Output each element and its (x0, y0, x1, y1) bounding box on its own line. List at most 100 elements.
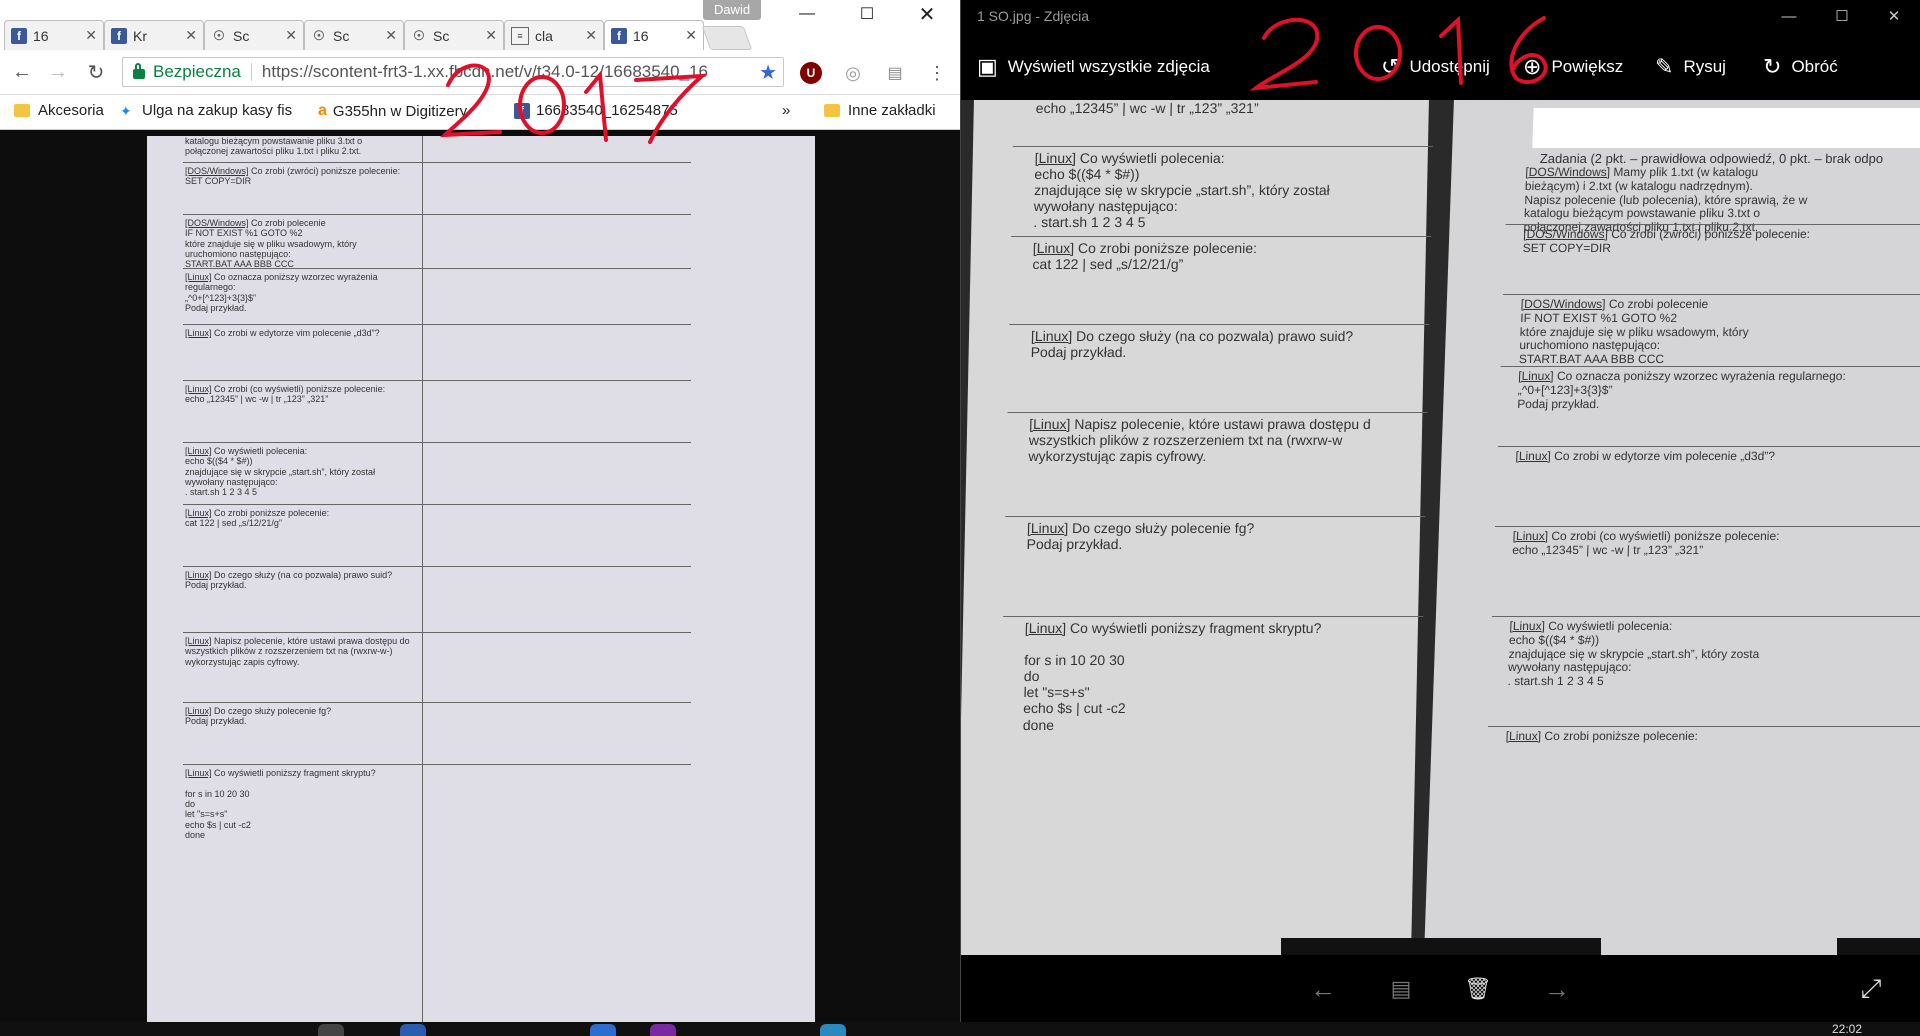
table-rule (1009, 324, 1430, 325)
table-rule (183, 324, 691, 325)
tab-1[interactable]: f 16 ✕ (4, 20, 104, 50)
photos-close-button[interactable]: ✕ (1871, 0, 1917, 32)
close-tab-icon[interactable]: ✕ (485, 27, 497, 44)
address-bar[interactable]: Bezpieczna https://scontent-frt3-1.xx.fb… (122, 57, 784, 87)
tab-4[interactable]: ☉ Sc ✕ (304, 20, 404, 50)
taskbar-app-icon[interactable] (820, 1024, 846, 1036)
table-rule (183, 380, 691, 381)
delete-trash-icon[interactable]: 🗑 (1458, 971, 1498, 1007)
question-tag: [Linux] (1030, 328, 1073, 344)
table-rule (183, 702, 691, 703)
exam-question: [Linux] Napisz polecenie, które ustawi p… (185, 636, 417, 667)
question-tag: [Linux] (1026, 520, 1069, 536)
draw-button[interactable]: ✎ Rysuj (1655, 54, 1726, 80)
zoom-button[interactable]: ⊕ Powiększ (1523, 54, 1623, 80)
table-rule (183, 162, 691, 163)
back-arrow-icon[interactable]: ← (8, 58, 36, 86)
question-tag: [Linux] (185, 384, 212, 394)
exam-question: [Linux] Co wyświetli polecenia: echo $((… (185, 446, 417, 498)
cast-extension-icon[interactable]: ▤ (884, 62, 906, 84)
question-tag: [Linux] (185, 636, 212, 646)
taskbar-app-icon[interactable] (400, 1024, 426, 1036)
bookmark-akcesoria[interactable]: Akcesoria (14, 102, 104, 119)
tab-2[interactable]: f Kr ✕ (104, 20, 204, 50)
table-rule (183, 764, 691, 765)
tab-title: Sc (333, 27, 350, 44)
table-divider (422, 136, 423, 1022)
crosshair-extension-icon[interactable]: ◎ (842, 62, 864, 84)
question-tag: [Linux] (185, 508, 212, 518)
taskbar-app-icon[interactable] (650, 1024, 676, 1036)
taskbar-clock[interactable]: 22:02 (1832, 1022, 1862, 1036)
tab-7[interactable]: f 16 ✕ (604, 20, 704, 50)
table-rule (1495, 526, 1920, 527)
fullscreen-icon[interactable]: ⤢ (1851, 971, 1891, 1007)
share-button[interactable]: ↺ Udostępnij (1381, 54, 1490, 80)
question-tag: [Linux] (1515, 449, 1552, 463)
question-tag: [Linux] (185, 768, 212, 778)
slideshow-icon[interactable]: ▤ (1381, 971, 1421, 1007)
question-tag: [DOS/Windows] (1520, 297, 1606, 311)
profile-badge[interactable]: Dawid (703, 0, 761, 20)
tab-title: Sc (433, 27, 450, 44)
question-tag: [Linux] (185, 272, 212, 282)
rotate-button[interactable]: ↻ Obróć (1763, 54, 1838, 80)
rotate-icon: ↻ (1763, 54, 1782, 79)
bookmark-other[interactable]: Inne zakładki (824, 102, 936, 119)
facebook-icon: f (111, 27, 127, 44)
question-text: Co oznacza poniższy wzorzec wyrażenia re… (1517, 369, 1847, 411)
photos-command-bar: ▣ Wyświetl wszystkie zdjęcia ↺ Udostępnij … (961, 32, 1920, 100)
photos-bottom-bar: ← ▤ 🗑 → ⤢ (961, 955, 1920, 1022)
maximize-button[interactable]: ☐ (844, 0, 890, 28)
next-arrow-icon[interactable]: → (1537, 971, 1577, 1007)
question-text: echo „12345” | wc -w | tr „123” „321” (1035, 100, 1259, 116)
taskbar-chrome-icon[interactable] (318, 1024, 344, 1036)
close-tab-icon[interactable]: ✕ (385, 27, 397, 44)
photos-minimize-button[interactable]: — (1766, 0, 1812, 32)
question-tag: [Linux] (185, 570, 212, 580)
close-tab-icon[interactable]: ✕ (685, 27, 697, 44)
table-rule (1007, 412, 1428, 413)
bookmark-g355hn[interactable]: a G355hn w Digitizery (318, 102, 467, 120)
tab-6[interactable]: ≡ cla ✕ (504, 20, 604, 50)
table-rule (1503, 294, 1920, 295)
exam-question: [Linux] Co wyświetli polecenia: echo $((… (1033, 150, 1435, 230)
forward-arrow-icon[interactable]: → (44, 58, 72, 86)
taskbar-app-icon[interactable] (590, 1024, 616, 1036)
close-tab-icon[interactable]: ✕ (185, 27, 197, 44)
exam-question: [Linux] Co zrobi (co wyświetli) poniższe… (185, 384, 417, 405)
bookmark-star-icon[interactable]: ★ (759, 60, 777, 85)
mask-icon: ☉ (313, 27, 325, 43)
close-window-button[interactable]: ✕ (904, 0, 950, 28)
close-tab-icon[interactable]: ✕ (285, 27, 297, 44)
browser-toolbar: ← → ↻ Bezpieczna https://scontent-frt3-1… (0, 50, 960, 95)
image-viewer: katalogu bieżącym powstawanie pliku 3.tx… (0, 130, 960, 1022)
tab-3[interactable]: ☉ Sc ✕ (204, 20, 304, 50)
minimize-button[interactable]: — (784, 0, 830, 28)
ublock-extension-icon[interactable]: U (800, 62, 822, 84)
tab-5[interactable]: ☉ Sc ✕ (404, 20, 504, 50)
close-tab-icon[interactable]: ✕ (585, 27, 597, 44)
exam-question: echo „12345” | wc -w | tr „123” „321” (1036, 100, 1436, 116)
bookmarks-overflow-chevron[interactable]: » (782, 102, 790, 119)
photos-titlebar: 1 SO.jpg - Zdjęcia — ☐ ✕ (961, 0, 1920, 32)
photo-bottom-strip (1281, 938, 1601, 955)
see-all-photos-button[interactable]: ▣ Wyświetl wszystkie zdjęcia (977, 54, 1210, 80)
exam-photo: katalogu bieżącym powstawanie pliku 3.tx… (147, 136, 815, 1022)
question-text: katalogu bieżącym powstawanie pliku 3.tx… (185, 136, 363, 157)
exam-question: [Linux] Do czego służy (na co pozwala) p… (185, 570, 417, 591)
bookmark-facebook-photo[interactable]: f 16683540_16254875 (514, 102, 678, 119)
menu-icon[interactable]: ⋮ (926, 62, 948, 84)
exam-question: [DOS/Windows] Co zrobi (zwróci) poniższe… (1522, 227, 1920, 256)
photos-maximize-button[interactable]: ☐ (1819, 0, 1865, 32)
new-tab-button[interactable] (701, 26, 753, 50)
exam-question: [DOS/Windows] Co zrobi (zwróci) poniższe… (185, 166, 417, 187)
previous-arrow-icon[interactable]: ← (1303, 971, 1343, 1007)
url-text[interactable]: https://scontent-frt3-1.xx.fbcdn.net/v/t… (262, 62, 753, 82)
exam-question: [Linux] Co zrobi poniższe polecenie: cat… (1032, 240, 1433, 272)
close-tab-icon[interactable]: ✕ (85, 27, 97, 44)
exam-question: [Linux] Do czego służy (na co pozwala) p… (1031, 328, 1432, 360)
reload-icon[interactable]: ↻ (82, 58, 110, 86)
folder-icon (14, 104, 30, 117)
bookmark-ulga[interactable]: ✦ Ulga na zakup kasy fis (120, 102, 292, 119)
